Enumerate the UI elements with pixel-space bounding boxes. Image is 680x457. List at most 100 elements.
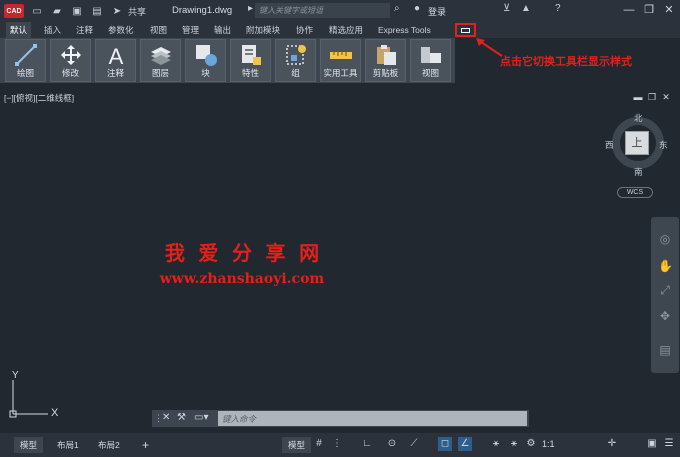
cmd-history-icon[interactable]: ▭▾ bbox=[194, 412, 208, 423]
isolate-icon[interactable]: ✛ bbox=[605, 437, 619, 451]
annotation-visibility-icon[interactable]: ⚹ bbox=[489, 437, 503, 451]
tab-annotate[interactable]: 注释 bbox=[72, 22, 97, 38]
compass-south[interactable]: 南 bbox=[634, 166, 643, 178]
draw-panel-label: 绘图 bbox=[16, 68, 34, 78]
layout-tab-2[interactable]: 布局2 bbox=[92, 437, 126, 453]
viewport-controls-label[interactable]: [−][俯视][二维线框] bbox=[4, 92, 74, 104]
gear-icon[interactable]: ⚙ bbox=[524, 437, 538, 451]
save-as-icon[interactable]: ▤ bbox=[90, 4, 104, 18]
layout-tab-model[interactable]: 模型 bbox=[14, 437, 44, 453]
showmotion-icon[interactable]: ▤ bbox=[658, 343, 672, 357]
polar-icon[interactable]: ⊙ bbox=[385, 437, 399, 451]
viewcube-top-face[interactable]: 上 bbox=[625, 131, 649, 155]
tab-parametric[interactable]: 参数化 bbox=[104, 22, 138, 38]
group-panel[interactable]: 组 bbox=[275, 39, 316, 82]
snap-icon[interactable]: ⋮ bbox=[330, 437, 344, 451]
ucs-x-label: X bbox=[51, 407, 59, 419]
tab-view[interactable]: 视图 bbox=[146, 22, 171, 38]
autodesk-icon[interactable]: ▲ bbox=[521, 3, 531, 14]
osnap-icon[interactable]: ◻ bbox=[438, 437, 452, 451]
ribbon-toggle-icon bbox=[461, 27, 470, 33]
user-icon[interactable]: ● bbox=[414, 3, 420, 14]
tab-addins[interactable]: 附加模块 bbox=[242, 22, 284, 38]
cmd-close-icon[interactable]: ✕ bbox=[162, 412, 170, 423]
block-panel[interactable]: 块 bbox=[185, 39, 226, 82]
clipboard-panel[interactable]: 剪贴板 bbox=[365, 39, 406, 82]
otrack-icon[interactable]: ∠ bbox=[458, 437, 472, 451]
customize-menu-icon[interactable]: ☰ bbox=[662, 437, 676, 451]
ucs-icon bbox=[9, 380, 48, 418]
ribbon-toggle-button[interactable] bbox=[455, 23, 476, 37]
line-icon bbox=[15, 44, 37, 66]
modify-panel[interactable]: 修改 bbox=[50, 39, 91, 82]
clipboard-icon bbox=[377, 45, 396, 65]
tab-manage[interactable]: 管理 bbox=[178, 22, 203, 38]
tab-collaborate[interactable]: 协作 bbox=[292, 22, 317, 38]
compass-east[interactable]: 东 bbox=[659, 139, 668, 151]
tab-default[interactable]: 默认 bbox=[6, 22, 32, 38]
cart-icon[interactable]: ⊻ bbox=[503, 3, 510, 14]
title-arrow-icon: ▸ bbox=[248, 3, 254, 14]
steering-wheel-icon[interactable]: ◎ bbox=[658, 232, 672, 246]
fullscreen-icon[interactable]: ▣ bbox=[645, 437, 659, 451]
login-link[interactable]: 登录 bbox=[428, 5, 446, 18]
layers-icon bbox=[151, 47, 171, 65]
layers-panel-label: 图层 bbox=[151, 68, 169, 78]
svg-text:A: A bbox=[109, 44, 124, 67]
properties-icon bbox=[242, 45, 261, 65]
tab-express-tools[interactable]: Express Tools bbox=[374, 22, 435, 38]
minimize-icon[interactable]: — bbox=[620, 2, 638, 19]
ribbon-tabs: 默认 插入 注释 参数化 视图 管理 输出 附加模块 协作 精选应用 Expre… bbox=[0, 22, 680, 38]
tab-insert[interactable]: 插入 bbox=[40, 22, 65, 38]
wcs-menu[interactable]: WCS bbox=[617, 187, 653, 198]
compass-north[interactable]: 北 bbox=[634, 112, 643, 124]
app-logo[interactable]: CAD bbox=[4, 4, 24, 18]
block-icon bbox=[196, 45, 217, 66]
annotation-scale[interactable]: 1:1 bbox=[542, 439, 555, 449]
ucs-y-label: Y bbox=[12, 370, 19, 381]
orbit-icon[interactable]: ✥ bbox=[658, 309, 672, 323]
viewport-close-icon[interactable]: ✕ bbox=[661, 92, 671, 102]
share-label[interactable]: 共享 bbox=[128, 5, 146, 18]
navigation-bar: ◎ ✋ ⤢ ✥ ▤ bbox=[651, 217, 679, 373]
group-icon bbox=[286, 45, 306, 65]
layers-panel[interactable]: 图层 bbox=[140, 39, 181, 82]
tab-featured-apps[interactable]: 精选应用 bbox=[325, 22, 367, 38]
move-icon bbox=[61, 45, 81, 65]
pan-icon[interactable]: ✋ bbox=[658, 259, 673, 273]
cmd-customize-icon[interactable]: ⚒ bbox=[177, 412, 186, 423]
draw-panel[interactable]: 绘图 bbox=[5, 39, 46, 82]
command-line: ⋮ ✕ ⚒ ▭▾ 键入命令 bbox=[152, 410, 529, 427]
layout-tab-1[interactable]: 布局1 bbox=[51, 437, 85, 453]
tab-output[interactable]: 输出 bbox=[210, 22, 235, 38]
annotate-panel[interactable]: A 注释 bbox=[95, 39, 136, 82]
model-space-button[interactable]: 模型 bbox=[282, 437, 312, 453]
properties-panel[interactable]: 特性 bbox=[230, 39, 271, 82]
zoom-icon[interactable]: ⤢ bbox=[658, 283, 672, 297]
save-icon[interactable]: ▣ bbox=[70, 4, 84, 18]
viewport-minimize-icon[interactable]: ▬ bbox=[633, 92, 643, 102]
view-panel[interactable]: 视图 bbox=[410, 39, 451, 82]
ortho-icon[interactable]: ∟ bbox=[360, 437, 374, 451]
new-file-icon[interactable]: ▭ bbox=[30, 4, 44, 18]
command-input[interactable]: 键入命令 bbox=[218, 411, 527, 426]
isodraft-icon[interactable]: ⟋ bbox=[407, 437, 421, 451]
compass-west[interactable]: 西 bbox=[605, 139, 614, 151]
restore-icon[interactable]: ❐ bbox=[640, 2, 658, 19]
add-layout-icon[interactable]: + bbox=[136, 437, 155, 453]
view-icon bbox=[421, 47, 441, 63]
viewport-restore-icon[interactable]: ❐ bbox=[647, 92, 657, 102]
help-icon[interactable]: ? bbox=[555, 3, 561, 14]
utilities-panel[interactable]: 实用工具 bbox=[320, 39, 361, 82]
share-icon[interactable]: ➤ bbox=[110, 4, 124, 18]
group-panel-label: 组 bbox=[291, 68, 300, 78]
autoscale-icon[interactable]: ⚹ bbox=[507, 437, 521, 451]
search-input[interactable]: 键入关键字或短语 bbox=[255, 3, 390, 18]
clipboard-panel-label: 剪贴板 bbox=[372, 68, 399, 78]
properties-panel-label: 特性 bbox=[241, 68, 259, 78]
close-icon[interactable]: ✕ bbox=[660, 2, 678, 19]
open-folder-icon[interactable]: ▰ bbox=[50, 4, 64, 18]
search-icon[interactable]: ⌕ bbox=[394, 3, 400, 14]
annotate-panel-label: 注释 bbox=[106, 68, 124, 78]
grid-icon[interactable]: # bbox=[312, 437, 326, 451]
